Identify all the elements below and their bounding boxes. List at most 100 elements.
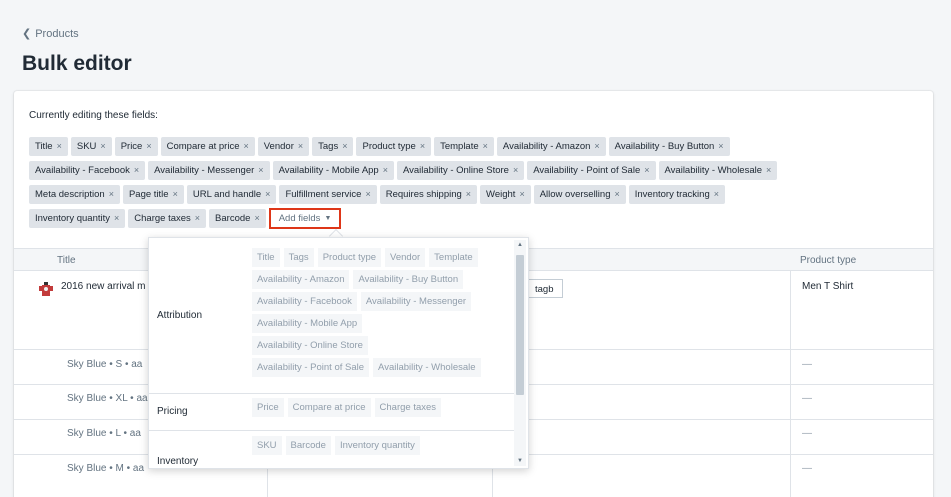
page-title: Bulk editor: [22, 52, 132, 75]
remove-tag-icon[interactable]: ×: [134, 161, 139, 180]
variant-title-cell[interactable]: Sky Blue • XL • aa: [67, 393, 148, 404]
remove-tag-icon[interactable]: ×: [614, 185, 619, 204]
field-tag-product-type: Product type ×: [356, 136, 432, 156]
field-option-availability-mobile-app[interactable]: Availability - Mobile App: [252, 314, 363, 333]
field-tag-availability-messenger: Availability - Messenger ×: [148, 160, 270, 180]
scrollbar-thumb[interactable]: [516, 255, 524, 395]
remove-tag-icon[interactable]: ×: [718, 137, 723, 156]
field-tag-label: Requires shipping: [385, 188, 462, 200]
column-header-product-type[interactable]: Product type: [800, 249, 856, 271]
field-option-availability-amazon[interactable]: Availability - Amazon: [252, 270, 350, 289]
add-fields-label: Add fields: [278, 212, 321, 224]
field-tag-label: Inventory tracking: [634, 188, 710, 200]
dropdown-scrollbar[interactable]: ▲ ▼: [514, 240, 526, 466]
remove-tag-icon[interactable]: ×: [243, 137, 248, 156]
remove-tag-icon[interactable]: ×: [644, 161, 649, 180]
product-type-cell[interactable]: Men T Shirt: [802, 281, 853, 292]
field-option-availability-buy-button[interactable]: Availability - Buy Button: [353, 270, 464, 289]
remove-tag-icon[interactable]: ×: [513, 161, 518, 180]
dropdown-section-divider: [149, 393, 514, 394]
remove-tag-icon[interactable]: ×: [195, 209, 200, 228]
remove-tag-icon[interactable]: ×: [483, 137, 488, 156]
field-option-availability-facebook[interactable]: Availability - Facebook: [252, 292, 357, 311]
field-option-product-type[interactable]: Product type: [317, 248, 382, 267]
scroll-up-arrow-icon[interactable]: ▲: [514, 240, 526, 250]
remove-tag-icon[interactable]: ×: [254, 209, 259, 228]
remove-tag-icon[interactable]: ×: [114, 209, 119, 228]
variant-product-type-cell[interactable]: —: [802, 428, 812, 439]
remove-tag-icon[interactable]: ×: [365, 185, 370, 204]
field-option-barcode[interactable]: Barcode: [285, 436, 331, 455]
remove-tag-icon[interactable]: ×: [519, 185, 524, 204]
remove-tag-icon[interactable]: ×: [258, 161, 263, 180]
dropdown-option-row: SKU Barcode Inventory quantity: [252, 436, 514, 455]
variant-title-cell[interactable]: Sky Blue • S • aa: [67, 359, 142, 370]
field-tag-label: Vendor: [263, 140, 294, 152]
field-tag-label: Availability - Online Store: [402, 164, 509, 176]
dropdown-section-divider: [149, 430, 514, 431]
field-tag-label: Price: [120, 140, 143, 152]
field-tag-label: Tags: [318, 140, 339, 152]
remove-tag-icon[interactable]: ×: [342, 137, 347, 156]
dropdown-options: Price Compare at price Charge taxes: [252, 398, 514, 420]
field-option-price[interactable]: Price: [252, 398, 284, 417]
field-tag-label: Charge taxes: [134, 212, 191, 224]
field-tag-label: Weight: [486, 188, 516, 200]
dropdown-option-row: Availability - Facebook Availability - Me…: [252, 292, 514, 311]
remove-tag-icon[interactable]: ×: [383, 161, 388, 180]
field-option-availability-point-of-sale[interactable]: Availability - Point of Sale: [252, 358, 370, 377]
field-option-tags[interactable]: Tags: [283, 248, 314, 267]
field-tag-tags: Tags ×: [312, 136, 354, 156]
remove-tag-icon[interactable]: ×: [594, 137, 599, 156]
field-tag-availability-point-of-sale: Availability - Point of Sale ×: [527, 160, 656, 180]
variant-product-type-cell[interactable]: —: [802, 463, 812, 474]
editing-tags-row: Meta description × Page title × URL and hand…: [29, 184, 909, 204]
field-tag-fulfillment-service: Fulfillment service ×: [279, 184, 377, 204]
field-option-template[interactable]: Template: [429, 248, 478, 267]
remove-tag-icon[interactable]: ×: [146, 137, 151, 156]
field-option-availability-wholesale[interactable]: Availability - Wholesale: [373, 358, 481, 377]
add-fields-button[interactable]: Add fields ▼: [268, 207, 342, 229]
breadcrumb[interactable]: ❮ Products: [22, 27, 79, 41]
remove-tag-icon[interactable]: ×: [109, 185, 114, 204]
dropdown-section-label: Inventory: [157, 456, 199, 467]
remove-tag-icon[interactable]: ×: [714, 185, 719, 204]
variant-title-cell[interactable]: Sky Blue • L • aa: [67, 428, 141, 439]
field-option-inventory-quantity[interactable]: Inventory quantity: [334, 436, 420, 455]
field-tag-vendor: Vendor ×: [257, 136, 310, 156]
remove-tag-icon[interactable]: ×: [766, 161, 771, 180]
variant-title-cell[interactable]: Sky Blue • M • aa: [67, 463, 144, 474]
product-tag-cell[interactable]: tagb: [526, 279, 563, 298]
remove-tag-icon[interactable]: ×: [298, 137, 303, 156]
remove-tag-icon[interactable]: ×: [420, 137, 425, 156]
scroll-down-arrow-icon[interactable]: ▼: [514, 456, 526, 466]
remove-tag-icon[interactable]: ×: [173, 185, 178, 204]
product-title-cell[interactable]: 2016 new arrival m: [61, 281, 145, 292]
field-tag-label: URL and handle: [192, 188, 262, 200]
field-option-charge-taxes[interactable]: Charge taxes: [374, 398, 442, 417]
field-option-availability-online-store[interactable]: Availability - Online Store: [252, 336, 368, 355]
field-tag-sku: SKU ×: [70, 136, 112, 156]
field-tag-availability-online-store: Availability - Online Store ×: [396, 160, 525, 180]
chevron-left-icon: ❮: [22, 28, 32, 40]
remove-tag-icon[interactable]: ×: [57, 137, 62, 156]
field-option-availability-messenger[interactable]: Availability - Messenger: [360, 292, 472, 311]
field-option-title[interactable]: Title: [252, 248, 280, 267]
field-tag-availability-mobile-app: Availability - Mobile App ×: [272, 160, 394, 180]
field-tag-label: Compare at price: [166, 140, 240, 152]
variant-product-type-cell[interactable]: —: [802, 359, 812, 370]
field-option-vendor[interactable]: Vendor: [385, 248, 426, 267]
field-tag-label: Availability - Wholesale: [664, 164, 763, 176]
variant-product-type-cell[interactable]: —: [802, 393, 812, 404]
breadcrumb-products-link[interactable]: Products: [35, 28, 78, 40]
remove-tag-icon[interactable]: ×: [265, 185, 270, 204]
column-header-title[interactable]: Title: [57, 249, 76, 271]
field-tag-weight: Weight ×: [480, 184, 531, 204]
dropdown-options: SKU Barcode Inventory quantity: [252, 436, 514, 458]
field-tag-label: Availability - Messenger: [154, 164, 255, 176]
remove-tag-icon[interactable]: ×: [466, 185, 471, 204]
field-option-compare-at-price[interactable]: Compare at price: [287, 398, 371, 417]
remove-tag-icon[interactable]: ×: [100, 137, 105, 156]
field-tag-label: Page title: [128, 188, 169, 200]
field-option-sku[interactable]: SKU: [252, 436, 282, 455]
